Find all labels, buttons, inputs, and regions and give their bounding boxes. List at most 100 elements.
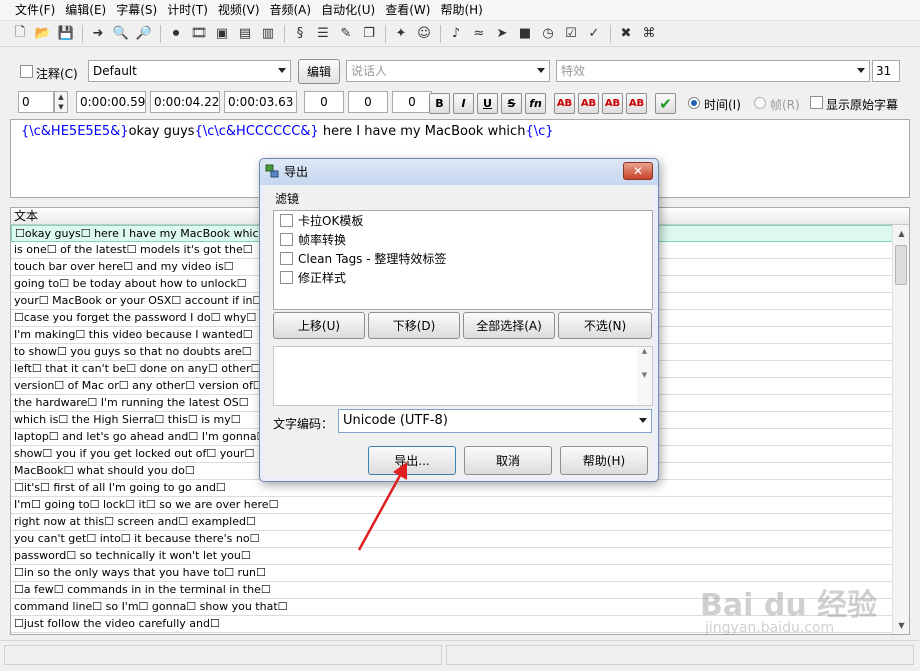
menu-item-2[interactable]: 字幕(S) [111, 0, 162, 21]
bold-button[interactable]: B [429, 93, 450, 114]
check-icon[interactable]: ✓ [583, 23, 605, 45]
strikeout-button[interactable]: S [501, 93, 522, 114]
filter-checkbox[interactable] [280, 233, 293, 246]
check-icon: ✔ [659, 94, 672, 113]
shadow-color-button[interactable]: AB [626, 93, 647, 114]
layer-field[interactable]: 31 [872, 60, 900, 82]
select-all-button[interactable]: 全部选择(A) [463, 312, 555, 339]
move-down-button[interactable]: 下移(D) [368, 312, 460, 339]
menu-item-8[interactable]: 帮助(H) [435, 0, 487, 21]
move-up-button[interactable]: 上移(U) [273, 312, 365, 339]
pencil-icon[interactable]: ✎ [335, 23, 357, 45]
primary-color-button[interactable]: AB [554, 93, 575, 114]
margin-right-field[interactable]: 0 [348, 91, 388, 113]
line-index-spinner[interactable]: ▲ ▼ [54, 91, 68, 113]
grid-row[interactable]: password☐ so technically it won't let yo… [11, 548, 893, 565]
effect-select[interactable]: 特效 [556, 60, 870, 82]
filter-item[interactable]: 卡拉OK模板 [274, 211, 652, 230]
menu-item-7[interactable]: 查看(W) [380, 0, 435, 21]
time-mode-radio[interactable] [688, 97, 700, 109]
grid-row[interactable]: I'm☐ going to☐ lock☐ it☐ so we are over … [11, 497, 893, 514]
close-button[interactable]: ✕ [623, 162, 653, 180]
outline-color-button[interactable]: AB [602, 93, 623, 114]
tools-icon[interactable]: ✖ [615, 23, 637, 45]
scroll-thumb[interactable] [895, 245, 907, 285]
toolbar-separator [610, 24, 611, 43]
duration-field[interactable]: 0:00:03.63 [224, 91, 297, 113]
status-cell [4, 645, 442, 665]
override-tag: {\c} [525, 124, 554, 139]
end-time-field[interactable]: 0:00:04.22 [150, 91, 220, 113]
grid-row[interactable]: you can't get☐ into☐ it because there's … [11, 531, 893, 548]
filter-item[interactable]: 帧率转换 [274, 230, 652, 249]
record-icon[interactable]: ⏺ [165, 23, 187, 45]
help-button[interactable]: 帮助(H) [560, 446, 648, 475]
frame-mode-radio[interactable] [754, 97, 766, 109]
line-index-field[interactable]: 0 [18, 91, 54, 113]
zoom-in-icon[interactable]: 🔍 [110, 23, 132, 45]
wave-icon[interactable]: ≈ [468, 23, 490, 45]
style-select[interactable]: Default [88, 60, 291, 82]
encoding-select[interactable]: Unicode (UTF-8) [338, 409, 652, 433]
arrow-icon[interactable]: ➜ [87, 23, 109, 45]
face-icon[interactable]: ☺ [413, 23, 435, 45]
show-original-checkbox[interactable] [810, 96, 823, 109]
fish-icon[interactable]: ➤ [491, 23, 513, 45]
menu-item-4[interactable]: 视频(V) [213, 0, 265, 21]
zoom-out-icon[interactable]: 🔎 [133, 23, 155, 45]
font-button[interactable]: fn [525, 93, 546, 114]
override-tag: {\c\c&HCCCCCC&} [194, 124, 319, 139]
menu-item-0[interactable]: 文件(F) [10, 0, 60, 21]
new-file-icon[interactable]: 🗋 [9, 23, 31, 45]
grid-row[interactable]: right now at this☐ screen and☐ exampled☐ [11, 514, 893, 531]
start-time-field[interactable]: 0:00:00.59 [76, 91, 146, 113]
italic-button[interactable]: I [453, 93, 474, 114]
film-alt-icon[interactable]: ▥ [257, 23, 279, 45]
effect-placeholder: 特效 [561, 64, 586, 78]
scroll-down-icon[interactable]: ▼ [893, 617, 909, 634]
secondary-color-button[interactable]: AB [578, 93, 599, 114]
menu-bar: 文件(F) 编辑(E) 字幕(S) 计时(T) 视频(V) 音频(A) 自动化(U) 查看(W… [0, 0, 920, 21]
commit-button[interactable]: ✔ [655, 93, 676, 114]
save-icon[interactable]: 💾 [55, 23, 77, 45]
audio-icon[interactable]: ♪ [445, 23, 467, 45]
filter-label-text: 卡拉OK模板 [298, 214, 364, 228]
description-scrollbar[interactable]: ▲ ▼ [637, 347, 652, 405]
show-original-label: 显示原始字幕 [826, 98, 899, 112]
open-folder-icon[interactable]: 📂 [32, 23, 54, 45]
stop-icon[interactable]: ■ [514, 23, 536, 45]
copy-icon[interactable]: ❐ [358, 23, 380, 45]
check-chart-icon[interactable]: ☑ [560, 23, 582, 45]
filter-checkbox[interactable] [280, 214, 293, 227]
margin-vertical-field[interactable]: 0 [392, 91, 432, 113]
script-icon[interactable]: § [289, 23, 311, 45]
filter-checkbox[interactable] [280, 271, 293, 284]
film-strip-icon[interactable]: ▤ [234, 23, 256, 45]
override-tag: {\c&HE5E5E5&} [21, 124, 129, 139]
filter-item[interactable]: Clean Tags - 整理特效标签 [274, 249, 652, 268]
notes-icon[interactable]: ☰ [312, 23, 334, 45]
video-icon[interactable]: ▣ [211, 23, 233, 45]
grid-row[interactable]: ☐it's☐ first of all I'm going to go and☐ [11, 480, 893, 497]
cancel-button[interactable]: 取消 [464, 446, 552, 475]
menu-item-3[interactable]: 计时(T) [162, 0, 213, 21]
film-icon[interactable]: 🎞 [188, 23, 210, 45]
clock-icon[interactable]: ◷ [537, 23, 559, 45]
tag-icon[interactable]: ⌘ [638, 23, 660, 45]
actor-select[interactable]: 说话人 [346, 60, 550, 82]
toolbar-separator [284, 24, 285, 43]
edit-style-button[interactable]: 编辑 [298, 59, 340, 84]
puzzle-icon[interactable]: ✦ [390, 23, 412, 45]
underline-button[interactable]: U [477, 93, 498, 114]
margin-left-field[interactable]: 0 [304, 91, 344, 113]
menu-item-6[interactable]: 自动化(U) [316, 0, 380, 21]
menu-item-5[interactable]: 音频(A) [265, 0, 317, 21]
toolbar-separator [82, 24, 83, 43]
filter-item[interactable]: 修正样式 [274, 268, 652, 287]
grid-scrollbar[interactable]: ▲ ▼ [892, 225, 909, 634]
scroll-up-icon[interactable]: ▲ [893, 225, 909, 242]
filter-checkbox[interactable] [280, 252, 293, 265]
comment-checkbox[interactable] [20, 65, 33, 78]
menu-item-1[interactable]: 编辑(E) [60, 0, 111, 21]
select-none-button[interactable]: 不选(N) [558, 312, 652, 339]
